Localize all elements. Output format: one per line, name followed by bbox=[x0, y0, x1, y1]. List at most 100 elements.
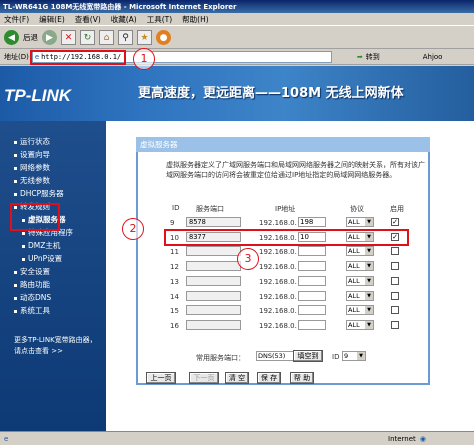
enable-checkbox[interactable] bbox=[391, 277, 399, 285]
favorites-icon[interactable]: ★ bbox=[137, 30, 152, 45]
sidebar-item-status[interactable]: 运行状态 bbox=[0, 135, 106, 148]
bullet-icon bbox=[14, 140, 17, 144]
sidebar-item-dhcp[interactable]: DHCP服务器 bbox=[0, 187, 106, 200]
toolbar: ◀ 后退 ▶ ✕ ↻ ⌂ ⚲ ★ ● bbox=[0, 27, 474, 49]
ip-prefix: 192.168.0. bbox=[259, 278, 297, 286]
sidebar-item-system[interactable]: 系统工具 bbox=[0, 304, 106, 317]
media-icon[interactable]: ● bbox=[156, 30, 171, 45]
window-title: TL-WR641G 108M无线宽带路由器 - Microsoft Intern… bbox=[0, 0, 474, 13]
row-id: 15 bbox=[170, 307, 179, 315]
enable-checkbox[interactable] bbox=[391, 247, 399, 255]
row-id: 12 bbox=[170, 263, 179, 271]
refresh-icon[interactable]: ↻ bbox=[80, 30, 95, 45]
protocol-select[interactable]: ALL bbox=[346, 291, 374, 301]
protocol-select[interactable]: ALL bbox=[346, 276, 374, 286]
fill-to-button[interactable]: 填空到 bbox=[293, 350, 323, 362]
enable-checkbox[interactable] bbox=[391, 292, 399, 300]
ip-prefix: 192.168.0. bbox=[259, 307, 297, 315]
fill-id-select[interactable]: 9 bbox=[342, 351, 366, 361]
protocol-select[interactable]: ALL bbox=[346, 246, 374, 256]
sidebar-item-network[interactable]: 网络参数 bbox=[0, 161, 106, 174]
menu-favorites[interactable]: 收藏(A) bbox=[111, 14, 137, 25]
ip-suffix-input[interactable] bbox=[298, 305, 326, 315]
address-highlight bbox=[30, 50, 126, 65]
bullet-icon bbox=[14, 270, 17, 274]
row-id: 11 bbox=[170, 248, 179, 256]
header-protocol: 协议 bbox=[350, 205, 364, 213]
row-id: 14 bbox=[170, 293, 179, 301]
service-port-input[interactable] bbox=[186, 320, 241, 330]
banner-slogan: 更高速度，更远距离——108M 无线上网新体 bbox=[138, 86, 404, 101]
sidebar-more-link[interactable]: 更多TP-LINK宽带路由器，请点击查看 >> bbox=[0, 317, 104, 357]
sidebar-item-ddns[interactable]: 动态DNS bbox=[0, 291, 106, 304]
service-port-input[interactable] bbox=[186, 246, 241, 256]
next-page-button[interactable]: 下一页 bbox=[189, 372, 219, 384]
service-port-input[interactable] bbox=[186, 305, 241, 315]
go-arrow-icon[interactable]: ➡ bbox=[357, 53, 363, 61]
annotation-2: 2 bbox=[122, 218, 144, 240]
bullet-icon bbox=[14, 309, 17, 313]
bullet-icon bbox=[14, 153, 17, 157]
ip-prefix: 192.168.0. bbox=[259, 322, 297, 330]
service-port-input[interactable] bbox=[186, 291, 241, 301]
page-done-icon: e bbox=[4, 434, 9, 443]
service-port-input[interactable]: 8578 bbox=[186, 217, 241, 227]
row-id: 13 bbox=[170, 278, 179, 286]
ip-prefix: 192.168.0. bbox=[259, 248, 297, 256]
menu-edit[interactable]: 编辑(E) bbox=[39, 14, 65, 25]
go-button[interactable]: 转到 bbox=[366, 52, 380, 62]
bullet-icon bbox=[14, 179, 17, 183]
annotation-3: 3 bbox=[237, 248, 259, 270]
enable-checkbox[interactable]: ✓ bbox=[391, 218, 399, 226]
menu-tools[interactable]: 工具(T) bbox=[147, 14, 172, 25]
protocol-select[interactable]: ALL bbox=[346, 320, 374, 330]
bullet-icon bbox=[22, 244, 25, 248]
search-icon[interactable]: ⚲ bbox=[118, 30, 133, 45]
internet-zone-icon: ◉ bbox=[419, 434, 426, 443]
enable-checkbox[interactable] bbox=[391, 321, 399, 329]
bullet-icon bbox=[14, 283, 17, 287]
home-icon[interactable]: ⌂ bbox=[99, 30, 114, 45]
bullet-icon bbox=[22, 257, 25, 261]
links-label[interactable]: Ahjoo bbox=[423, 53, 443, 61]
clear-button[interactable]: 清 空 bbox=[225, 372, 249, 384]
sidebar: 运行状态 设置向导 网络参数 无线参数 DHCP服务器 转发规则 虚拟服务器 特… bbox=[0, 121, 106, 431]
ip-suffix-input[interactable]: 198 bbox=[298, 217, 326, 227]
protocol-select[interactable]: ALL bbox=[346, 217, 374, 227]
protocol-select[interactable]: ALL bbox=[346, 261, 374, 271]
enable-checkbox[interactable] bbox=[391, 306, 399, 314]
menu-help[interactable]: 帮助(H) bbox=[182, 14, 209, 25]
header-ip: IP地址 bbox=[275, 205, 296, 213]
service-port-input[interactable] bbox=[186, 261, 241, 271]
sidebar-item-security[interactable]: 安全设置 bbox=[0, 265, 106, 278]
ip-suffix-input[interactable] bbox=[298, 261, 326, 271]
header-port: 服务端口 bbox=[196, 205, 224, 213]
ip-suffix-input[interactable] bbox=[298, 320, 326, 330]
forward-arrow-icon[interactable]: ▶ bbox=[42, 30, 57, 45]
ip-suffix-input[interactable] bbox=[298, 291, 326, 301]
sidebar-item-wireless[interactable]: 无线参数 bbox=[0, 174, 106, 187]
sidebar-item-wizard[interactable]: 设置向导 bbox=[0, 148, 106, 161]
help-button[interactable]: 帮 助 bbox=[290, 372, 314, 384]
header-id: ID bbox=[172, 204, 180, 212]
sidebar-item-dmz[interactable]: DMZ主机 bbox=[0, 239, 106, 252]
panel-title: 虚拟服务器 bbox=[136, 137, 430, 152]
menu-file[interactable]: 文件(F) bbox=[4, 14, 29, 25]
save-button[interactable]: 保 存 bbox=[257, 372, 281, 384]
sidebar-item-routing[interactable]: 路由功能 bbox=[0, 278, 106, 291]
enable-checkbox[interactable] bbox=[391, 262, 399, 270]
ip-prefix: 192.168.0. bbox=[259, 219, 297, 227]
ip-suffix-input[interactable] bbox=[298, 246, 326, 256]
service-port-input[interactable] bbox=[186, 276, 241, 286]
bullet-icon bbox=[14, 296, 17, 300]
back-label[interactable]: 后退 bbox=[23, 32, 38, 43]
ip-suffix-input[interactable] bbox=[298, 276, 326, 286]
common-port-label: 常用服务端口： bbox=[196, 354, 245, 362]
menu-view[interactable]: 查看(V) bbox=[75, 14, 101, 25]
protocol-select[interactable]: ALL bbox=[346, 305, 374, 315]
prev-page-button[interactable]: 上一页 bbox=[146, 372, 176, 384]
stop-icon[interactable]: ✕ bbox=[61, 30, 76, 45]
sidebar-item-upnp[interactable]: UPnP设置 bbox=[0, 252, 106, 265]
back-arrow-icon[interactable]: ◀ bbox=[4, 30, 19, 45]
panel-description: 虚拟服务器定义了广域网服务端口和局域网网络服务器之间的映射关系，所有对该广域网服… bbox=[166, 161, 425, 179]
